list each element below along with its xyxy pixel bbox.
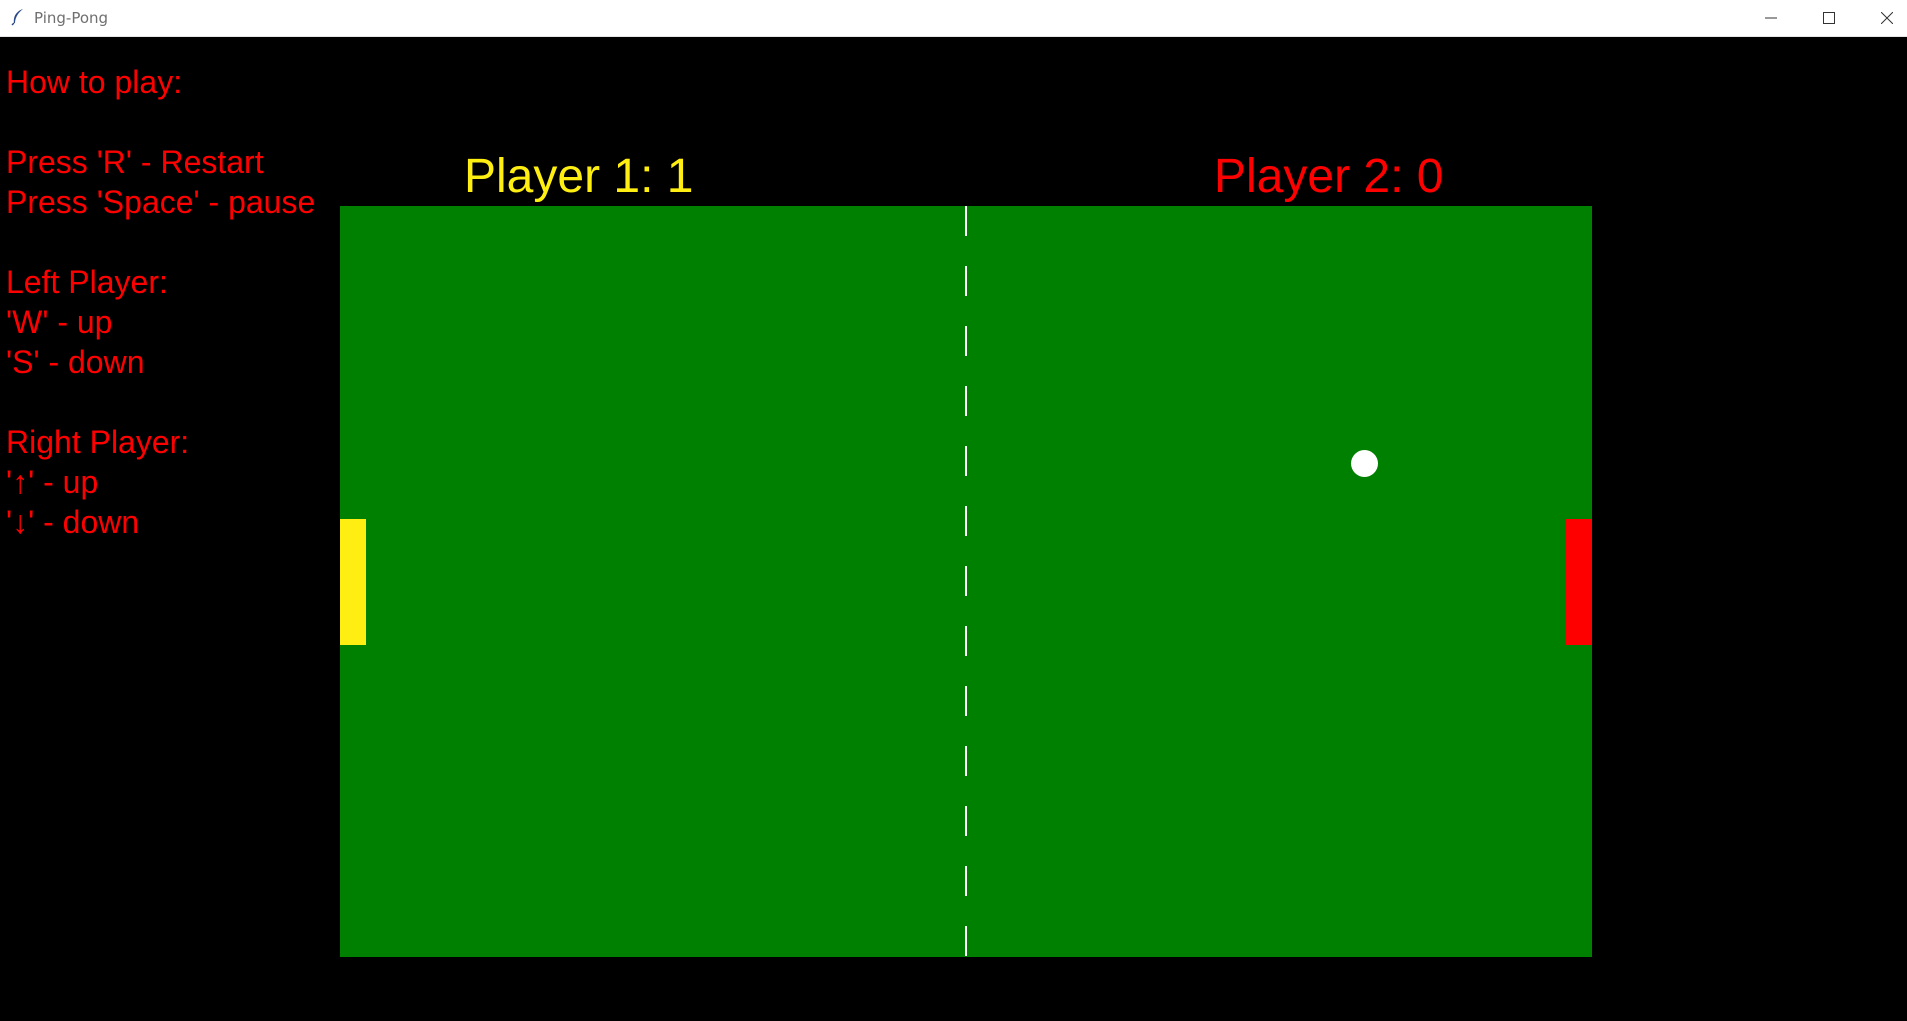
- help-restart: Press 'R' - Restart: [6, 144, 264, 180]
- maximize-button[interactable]: [1800, 0, 1858, 36]
- minimize-button[interactable]: [1742, 0, 1800, 36]
- player1-score: Player 1: 1: [464, 150, 694, 203]
- net-dash: [965, 686, 967, 716]
- net-dash: [965, 206, 967, 236]
- net-dash: [965, 926, 967, 956]
- help-right-up: '↑' - up: [6, 464, 99, 500]
- right-paddle: [1566, 519, 1592, 645]
- maximize-icon: [1823, 12, 1835, 24]
- close-icon: [1881, 12, 1893, 24]
- player2-score: Player 2: 0: [1214, 150, 1444, 203]
- minimize-icon: [1765, 17, 1777, 19]
- ball: [1351, 450, 1378, 477]
- net-dash: [965, 746, 967, 776]
- net-dash: [965, 446, 967, 476]
- playing-field: [340, 206, 1592, 957]
- help-left-title: Left Player:: [6, 264, 168, 300]
- net-dash: [965, 866, 967, 896]
- close-button[interactable]: [1858, 0, 1907, 36]
- help-pause: Press 'Space' - pause: [6, 184, 316, 220]
- help-right-title: Right Player:: [6, 424, 190, 460]
- game-canvas[interactable]: How to play: Press 'R' - Restart Press '…: [3, 40, 1907, 1021]
- help-heading: How to play:: [6, 64, 183, 100]
- window-title: Ping-Pong: [34, 9, 109, 27]
- game-window: Ping-Pong How to play: Press 'R' - Resta…: [0, 0, 1907, 1021]
- net-dash: [965, 386, 967, 416]
- help-left-up: 'W' - up: [6, 304, 113, 340]
- feather-icon: [11, 9, 23, 26]
- net-dash: [965, 326, 967, 356]
- help-left-down: 'S' - down: [6, 344, 145, 380]
- net-dash: [965, 806, 967, 836]
- help-right-down: '↓' - down: [6, 504, 140, 540]
- title-bar[interactable]: Ping-Pong: [0, 0, 1907, 37]
- left-paddle: [340, 519, 366, 645]
- net-dash: [965, 626, 967, 656]
- net-dash: [965, 266, 967, 296]
- net-dash: [965, 506, 967, 536]
- net-dash: [965, 566, 967, 596]
